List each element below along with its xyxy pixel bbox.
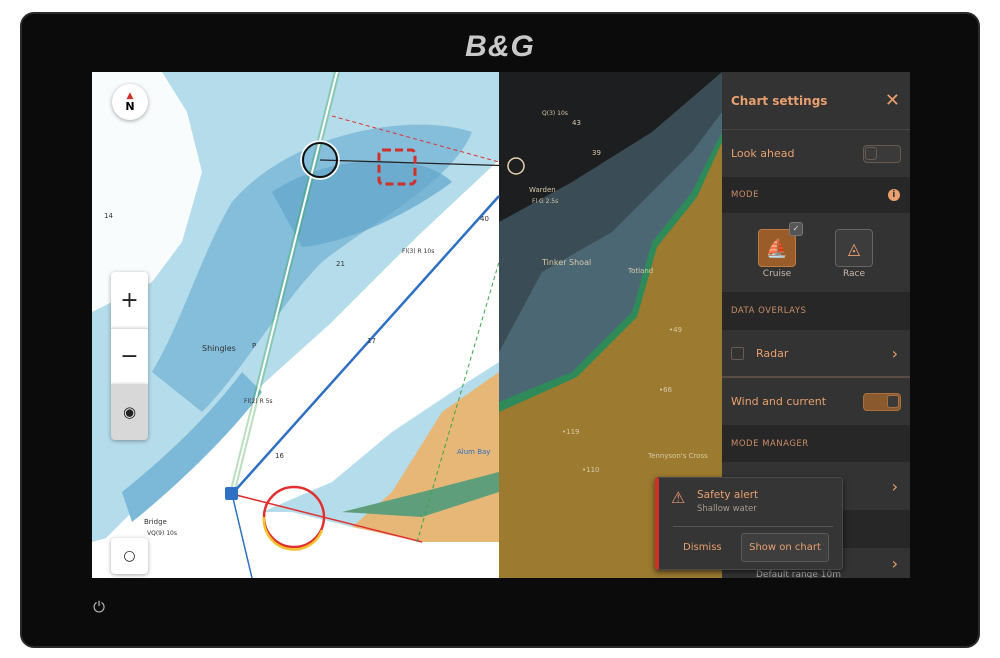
depth-label: P <box>252 342 257 350</box>
screen: Shingles Tinker Shoal Warden Alum Bay To… <box>92 72 910 578</box>
mode-manager-header: MODE MANAGER <box>731 438 809 449</box>
radar-label: Radar <box>756 346 789 360</box>
data-overlays-header: DATA OVERLAYS <box>731 306 807 316</box>
place-label: Tennyson's Cross <box>648 452 708 460</box>
compass-label: N <box>125 100 135 113</box>
locate-button[interactable]: ◉ <box>111 384 148 440</box>
depth-label: 39 <box>592 149 601 157</box>
alert-subtitle: Shallow water <box>697 504 757 514</box>
look-ahead-toggle[interactable] <box>863 144 901 163</box>
place-label: Bridge <box>144 518 167 526</box>
alert-title: Safety alert <box>697 489 759 501</box>
search-icon: ○ <box>123 548 136 564</box>
mode-selector: ⛵ ✓ ◬ Cruise Race <box>722 213 910 292</box>
depth-label: 17 <box>367 337 376 345</box>
zoom-out-button[interactable]: − <box>111 328 148 384</box>
info-icon[interactable]: i <box>888 189 900 201</box>
brand-logo: B&G <box>465 30 535 63</box>
chevron-right-icon: › <box>891 343 898 363</box>
dismiss-button[interactable]: Dismiss <box>683 542 722 553</box>
place-label: Totland <box>628 267 654 275</box>
zoom-in-button[interactable]: + <box>111 272 148 328</box>
power-icon[interactable]: ⏻ <box>90 598 108 616</box>
range-sublabel: Default range 10m <box>756 570 841 578</box>
light-label: Fl(3) R 10s <box>402 248 435 255</box>
panel-title: Chart settings <box>731 93 828 108</box>
look-ahead-row: Look ahead <box>722 130 910 177</box>
crosshair-icon: ◉ <box>122 403 137 421</box>
depth-label: 21 <box>336 260 345 268</box>
place-label: Tinker Shoal <box>542 258 592 267</box>
depth-label: •49 <box>669 326 683 334</box>
light-label: VQ(9) 10s <box>147 530 177 537</box>
race-icon: ◬ <box>847 238 861 258</box>
show-on-chart-button[interactable]: Show on chart <box>741 533 829 562</box>
wind-current-toggle[interactable] <box>863 392 901 411</box>
light-label: Fl(2) R 5s <box>244 398 273 405</box>
cruise-label: Cruise <box>762 269 792 279</box>
depth-label: 14 <box>104 212 113 220</box>
divider <box>673 526 833 527</box>
depth-label: 16 <box>275 452 284 460</box>
radar-row[interactable]: Radar › <box>722 330 910 378</box>
radar-checkbox[interactable] <box>731 346 744 360</box>
depth-label: •66 <box>659 386 673 394</box>
safety-alert-popup: ⚠ Safety alert Shallow water Dismiss Sho… <box>655 477 843 570</box>
place-label: Shingles <box>202 344 236 353</box>
depth-label: •110 <box>582 466 600 474</box>
depth-label: •119 <box>562 428 580 436</box>
sailboat-icon: ⛵ <box>765 237 789 259</box>
place-label: Warden <box>529 186 556 194</box>
wind-current-row: Wind and current <box>722 378 910 425</box>
selected-check-icon: ✓ <box>789 222 803 236</box>
wind-current-label: Wind and current <box>731 395 827 408</box>
light-label: Q(3) 10s <box>542 110 568 117</box>
depth-label: 43 <box>572 119 581 127</box>
chevron-right-icon: › <box>891 476 898 496</box>
close-icon[interactable]: ✕ <box>885 90 900 111</box>
race-mode-button[interactable]: ◬ <box>835 229 873 267</box>
place-label: Alum Bay <box>457 448 491 456</box>
warning-icon: ⚠ <box>671 488 686 507</box>
mode-header: MODE <box>731 190 759 200</box>
chevron-right-icon: › <box>891 553 898 573</box>
search-button[interactable]: ○ <box>111 538 148 574</box>
light-label: Fl G 2.5s <box>532 198 559 205</box>
look-ahead-label: Look ahead <box>731 147 795 160</box>
race-label: Race <box>842 269 866 279</box>
depth-label: 40 <box>480 215 489 223</box>
compass-button[interactable]: ▲ N <box>112 84 148 120</box>
